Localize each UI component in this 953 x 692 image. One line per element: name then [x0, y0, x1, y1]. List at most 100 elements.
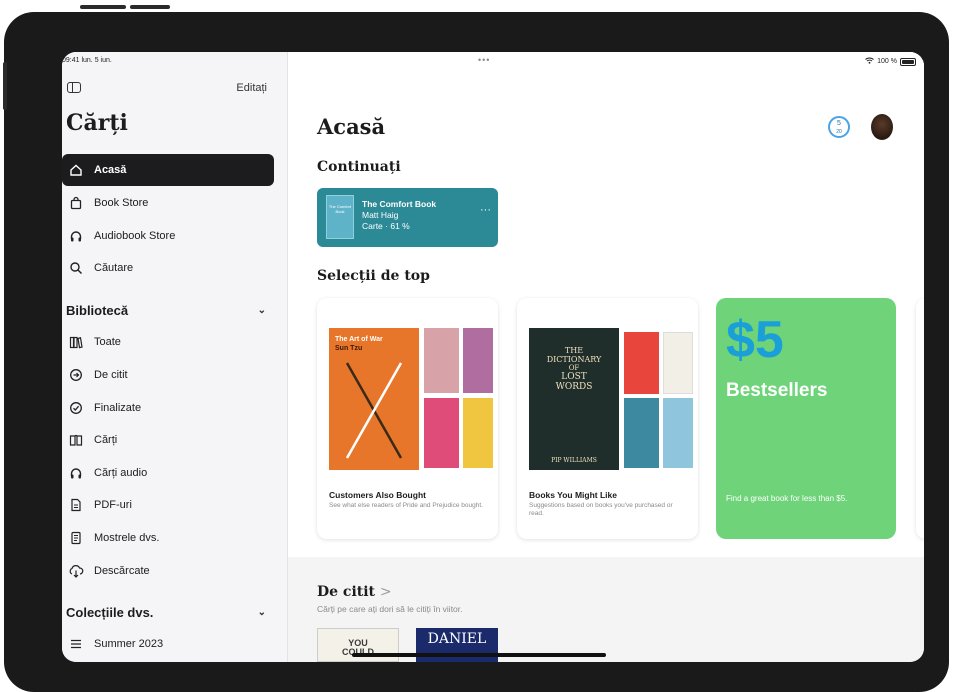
pick-card-customers-also-bought[interactable]: The Art of War Sun Tzu Customers Also Bo…	[317, 298, 498, 539]
sidebar-item-downloaded[interactable]: Descărcate	[62, 555, 274, 587]
battery-label: 100 %	[877, 58, 897, 65]
screen: Editați Cărți Acasă Book Store Audiobook…	[62, 52, 924, 662]
cover-line: LOST	[561, 372, 587, 382]
sidebar-item-label: Toate	[94, 336, 121, 348]
chevron-right-icon: >	[379, 584, 392, 600]
book-cover	[463, 328, 493, 393]
status-time: 09:41 lun. 5 iun.	[62, 57, 112, 64]
cover-title: The Art of War	[335, 336, 383, 343]
to-read-subtitle: Cărți pe care ați dori să le citiți în v…	[317, 604, 463, 614]
swords-illustration	[345, 362, 403, 459]
sidebar-item-pdfs[interactable]: PDF-uri	[62, 489, 274, 521]
bag-icon	[68, 195, 84, 211]
promo-price: $5	[726, 311, 784, 369]
to-read-section-title[interactable]: De citit >	[317, 584, 392, 600]
card-description: See what else readers of Pride and Preju…	[329, 502, 483, 509]
checkmark-circle-icon	[68, 400, 84, 416]
cover-line: DICTIONARY	[546, 355, 602, 364]
cover-line: WORDS	[555, 382, 593, 392]
sidebar-item-finished[interactable]: Finalizate	[62, 392, 274, 424]
to-read-title: De citit	[317, 584, 376, 600]
cover-author: Sun Tzu	[335, 345, 363, 352]
book-title: The Comfort Book	[362, 199, 437, 209]
open-book-icon	[68, 432, 84, 448]
main-content: 09:41 lun. 5 iun. ••• 100 % Acasă 5 20 C…	[62, 52, 924, 662]
status-right: 100 %	[865, 57, 916, 66]
document-icon	[68, 497, 84, 513]
collections-header[interactable]: Colecțiile dvs. ⌄	[66, 602, 274, 622]
headphones-icon	[68, 228, 84, 244]
pick-card-books-you-might-like[interactable]: THE DICTIONARY OF LOST WORDS PIP WILLIAM…	[517, 298, 698, 539]
sidebar-item-label: Acasă	[94, 164, 127, 176]
cover-line: OF	[568, 364, 580, 372]
cloud-download-icon	[68, 563, 84, 579]
sample-doc-icon	[68, 530, 84, 546]
goal-top: 5	[837, 120, 841, 127]
book-cover	[424, 328, 459, 393]
search-icon	[68, 260, 84, 276]
sidebar-item-search[interactable]: Căutare	[62, 252, 274, 284]
library-header[interactable]: Bibliotecă ⌄	[66, 300, 274, 320]
chevron-down-icon: ⌄	[257, 606, 266, 618]
promo-description: Find a great book for less than $5.	[726, 494, 848, 503]
sidebar-item-label: Mostrele dvs.	[94, 532, 160, 544]
arrow-circle-icon	[68, 367, 84, 383]
book-progress: Carte · 61 %	[362, 221, 410, 231]
sidebar-item-label: De citit	[94, 369, 128, 381]
chevron-down-icon: ⌄	[257, 304, 266, 316]
book-cover: THE DICTIONARY OF LOST WORDS PIP WILLIAM…	[529, 328, 619, 470]
card-description: Suggestions based on books you've purcha…	[529, 502, 673, 517]
books-icon	[68, 334, 84, 350]
house-icon	[68, 162, 84, 178]
book-cover	[424, 398, 459, 468]
book-cover	[663, 332, 693, 394]
sidebar-toolbar: Editați	[62, 80, 287, 100]
page-title: Acasă	[317, 114, 386, 139]
sidebar-item-audiobooks[interactable]: Cărți audio	[62, 457, 274, 489]
multitasking-dots[interactable]: •••	[478, 55, 490, 65]
home-indicator[interactable]	[352, 653, 606, 657]
book-author: Matt Haig	[362, 210, 399, 220]
continue-book-card[interactable]: The Comfort Book The Comfort Book Matt H…	[317, 188, 498, 247]
sidebar-item-audiobook-store[interactable]: Audiobook Store	[62, 220, 274, 252]
sidebar-item-book-store[interactable]: Book Store	[62, 187, 274, 219]
sidebar-item-home[interactable]: Acasă	[62, 154, 274, 186]
battery-icon	[900, 57, 916, 66]
reading-goal-icon[interactable]: 5 20	[828, 116, 850, 138]
sidebar-item-samples[interactable]: Mostrele dvs.	[62, 522, 274, 554]
book-cover	[624, 398, 659, 468]
next-pick-card[interactable]	[916, 298, 924, 539]
edit-button[interactable]: Editați	[236, 82, 267, 94]
library-header-label: Bibliotecă	[66, 302, 129, 318]
more-icon[interactable]: ···	[480, 204, 491, 216]
book-cover: The Comfort Book	[326, 195, 354, 239]
sidebar-item-books[interactable]: Cărți	[62, 424, 274, 456]
sidebar-item-label: Cărți audio	[94, 467, 148, 479]
sidebar-item-label: Finalizate	[94, 402, 142, 414]
list-icon	[68, 636, 84, 652]
bestsellers-promo-card[interactable]: $5 Bestsellers Find a great book for les…	[716, 298, 896, 539]
sidebar-toggle-icon[interactable]	[67, 82, 81, 93]
goal-bottom: 20	[836, 129, 842, 135]
book-cover	[463, 398, 493, 468]
collections-header-label: Colecțiile dvs.	[66, 604, 154, 620]
status-bar: 09:41 lun. 5 iun. ••• 100 %	[62, 52, 924, 68]
volume-button	[3, 62, 7, 110]
sidebar-item-all[interactable]: Toate	[62, 326, 274, 358]
cover-author: PIP WILLIAMS	[551, 457, 597, 464]
card-title: Books You Might Like	[529, 490, 617, 500]
book-cover	[663, 398, 693, 468]
book-cover: The Art of War Sun Tzu	[329, 328, 419, 470]
sidebar-item-to-read[interactable]: De citit	[62, 359, 274, 391]
sidebar-item-label: Summer 2023	[94, 638, 164, 650]
top-button	[80, 5, 126, 9]
avatar[interactable]	[871, 114, 893, 140]
sidebar-item-label: Cărți	[94, 434, 118, 446]
sidebar-item-collection[interactable]: Summer 2023	[62, 628, 274, 660]
top-picks-title: Selecții de top	[317, 268, 430, 284]
cover-line: THE	[564, 346, 584, 355]
continue-section-title: Continuați	[317, 159, 401, 175]
sidebar-item-label: PDF-uri	[94, 499, 132, 511]
sidebar-item-label: Căutare	[94, 262, 134, 274]
top-button-2	[130, 5, 170, 9]
